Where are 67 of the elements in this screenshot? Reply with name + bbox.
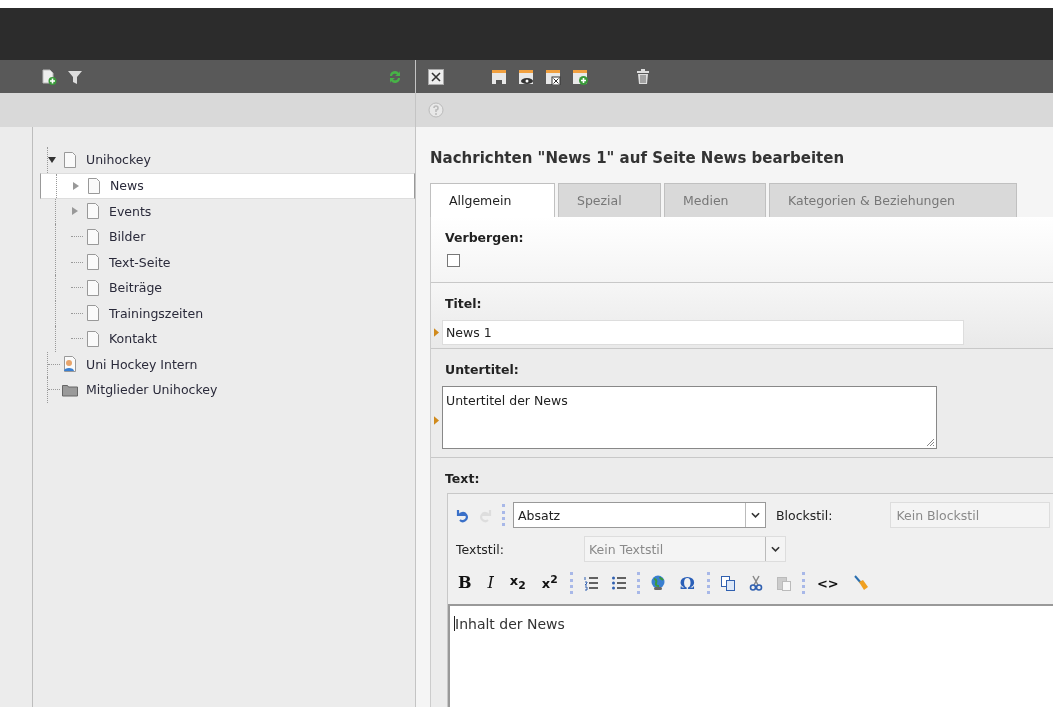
- page-title: Nachrichten "News 1" auf Seite News bearbeiten: [430, 149, 846, 169]
- field-label: Untertitel:: [445, 360, 520, 379]
- text-style-label: Textstil:: [456, 541, 505, 557]
- tree-label: Trainingszeiten: [109, 305, 204, 321]
- tree-label: Mitglieder Unihockey: [86, 382, 218, 398]
- filter-icon[interactable]: [67, 68, 83, 85]
- tree-item[interactable]: Events: [40, 198, 415, 224]
- new-page-icon[interactable]: [41, 68, 57, 85]
- tree-item[interactable]: Text-Seite: [40, 249, 415, 275]
- copy-icon[interactable]: [719, 575, 736, 591]
- tree-label: Uni Hockey Intern: [86, 356, 198, 372]
- tree-item[interactable]: Beiträge: [40, 275, 415, 301]
- format-button[interactable]: I: [483, 575, 498, 591]
- tree-label: Kontakt: [109, 331, 157, 347]
- tree-item[interactable]: Trainingszeiten: [40, 300, 415, 326]
- page-icon: [85, 279, 101, 296]
- checkbox[interactable]: [447, 254, 460, 267]
- save-close-icon[interactable]: [545, 68, 561, 85]
- tab[interactable]: Allgemein: [430, 183, 555, 217]
- tree-label: Text-Seite: [109, 254, 171, 270]
- title-input[interactable]: News 1: [442, 320, 964, 345]
- format-select[interactable]: Absatz: [513, 502, 766, 528]
- page-icon: [85, 228, 101, 245]
- numbered-list-icon[interactable]: [582, 575, 599, 591]
- format-button[interactable]: <>: [812, 576, 843, 590]
- scissors-icon[interactable]: [747, 575, 764, 591]
- block-style-label: Blockstil:: [776, 507, 833, 523]
- expand-arrow-icon[interactable]: [72, 181, 80, 190]
- field-label: Titel:: [445, 294, 483, 313]
- tree-item[interactable]: Mitglieder Unihockey: [40, 377, 415, 403]
- tree-label: News: [110, 178, 144, 193]
- refresh-icon[interactable]: [387, 68, 403, 85]
- globe-icon[interactable]: [649, 575, 666, 591]
- page-icon: [85, 203, 101, 220]
- page-icon: [85, 305, 101, 322]
- page-icon: [62, 151, 78, 168]
- tree-label: Beiträge: [109, 280, 163, 296]
- save-view-icon[interactable]: [518, 68, 534, 85]
- tree-label: Bilder: [109, 229, 146, 245]
- format-button[interactable]: Ω: [675, 574, 699, 592]
- tree-item[interactable]: News: [40, 172, 415, 199]
- page-icon: [85, 254, 101, 271]
- page-icon: [86, 177, 102, 194]
- format-button[interactable]: B: [454, 575, 476, 591]
- tree-item[interactable]: Bilder: [40, 224, 415, 250]
- tree-item[interactable]: Kontakt: [40, 326, 415, 352]
- text-editor-area[interactable]: Inhalt der News: [448, 604, 1053, 707]
- save-icon[interactable]: [491, 68, 507, 85]
- broom-icon[interactable]: [852, 575, 869, 591]
- format-button[interactable]: x$_{2}$: [505, 574, 530, 592]
- user-page-icon: [62, 356, 78, 373]
- resize-grip-icon[interactable]: [925, 437, 935, 447]
- tree-label: Unihockey: [86, 152, 151, 168]
- field-label: Text:: [445, 469, 481, 488]
- field-label: Verbergen:: [445, 228, 525, 247]
- bullet-list-icon[interactable]: [610, 575, 627, 591]
- save-new-icon[interactable]: [572, 68, 588, 85]
- page-icon: [85, 330, 101, 347]
- close-icon[interactable]: [428, 68, 444, 85]
- tree-label: Events: [109, 203, 152, 219]
- undo-button[interactable]: [454, 507, 470, 523]
- trash-icon[interactable]: [635, 68, 651, 85]
- collapse-arrow-icon[interactable]: [48, 155, 56, 164]
- tree-item[interactable]: Unihockey: [40, 147, 415, 173]
- subtitle-textarea[interactable]: Untertitel der News: [442, 386, 937, 449]
- tree-item[interactable]: Uni Hockey Intern: [40, 351, 415, 377]
- format-button[interactable]: x$^{2}$: [537, 575, 562, 591]
